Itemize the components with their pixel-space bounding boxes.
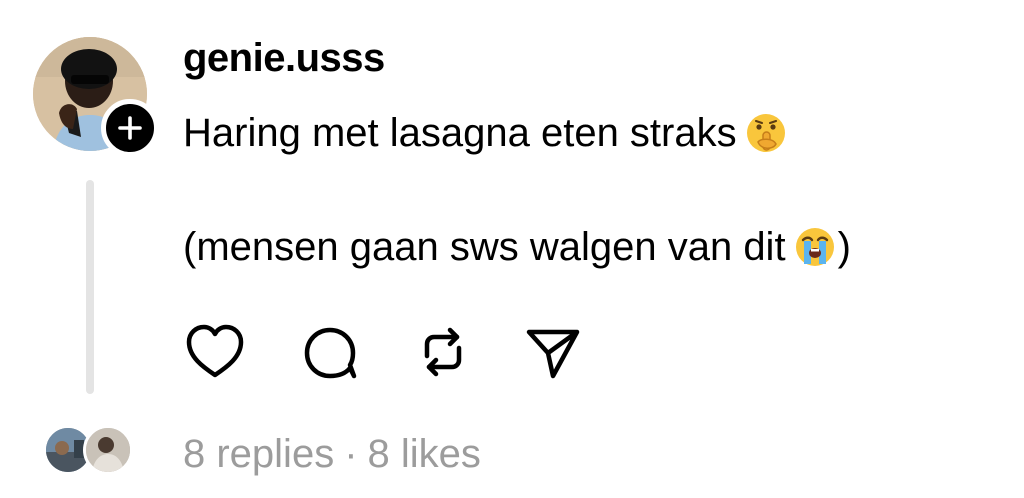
likes-count[interactable]: 8 likes <box>368 432 481 476</box>
heart-icon <box>186 324 244 378</box>
stats-separator: · <box>344 432 358 476</box>
username[interactable]: genie.usss <box>183 34 385 82</box>
post-stats: 8 replies · 8 likes <box>183 430 481 478</box>
replies-count[interactable]: 8 replies <box>183 432 334 476</box>
closing-parenthesis: ) <box>837 225 851 269</box>
thread-line <box>86 180 94 394</box>
plus-icon <box>118 116 142 140</box>
post-text: Haring met lasagna eten straks <box>183 111 737 155</box>
share-button[interactable] <box>521 322 585 382</box>
send-icon <box>526 329 580 379</box>
repost-button[interactable] <box>411 322 475 382</box>
follow-button[interactable] <box>101 99 159 157</box>
comment-button[interactable] <box>298 322 362 382</box>
repost-icon <box>424 327 462 377</box>
post-text-continued: (mensen gaan sws walgen van dit <box>183 225 786 269</box>
post-text-line-1: Haring met lasagna eten straks <box>183 108 787 166</box>
author-avatar-container[interactable] <box>33 37 159 157</box>
post-text-line-2: (mensen gaan sws walgen van dit ) <box>183 222 851 280</box>
loudly-crying-face-emoji <box>794 226 836 280</box>
reply-avatar <box>83 425 133 475</box>
reply-avatars[interactable] <box>43 425 143 477</box>
shushing-face-emoji <box>745 112 787 166</box>
comment-bubble-icon <box>304 327 357 379</box>
like-button[interactable] <box>183 322 247 382</box>
